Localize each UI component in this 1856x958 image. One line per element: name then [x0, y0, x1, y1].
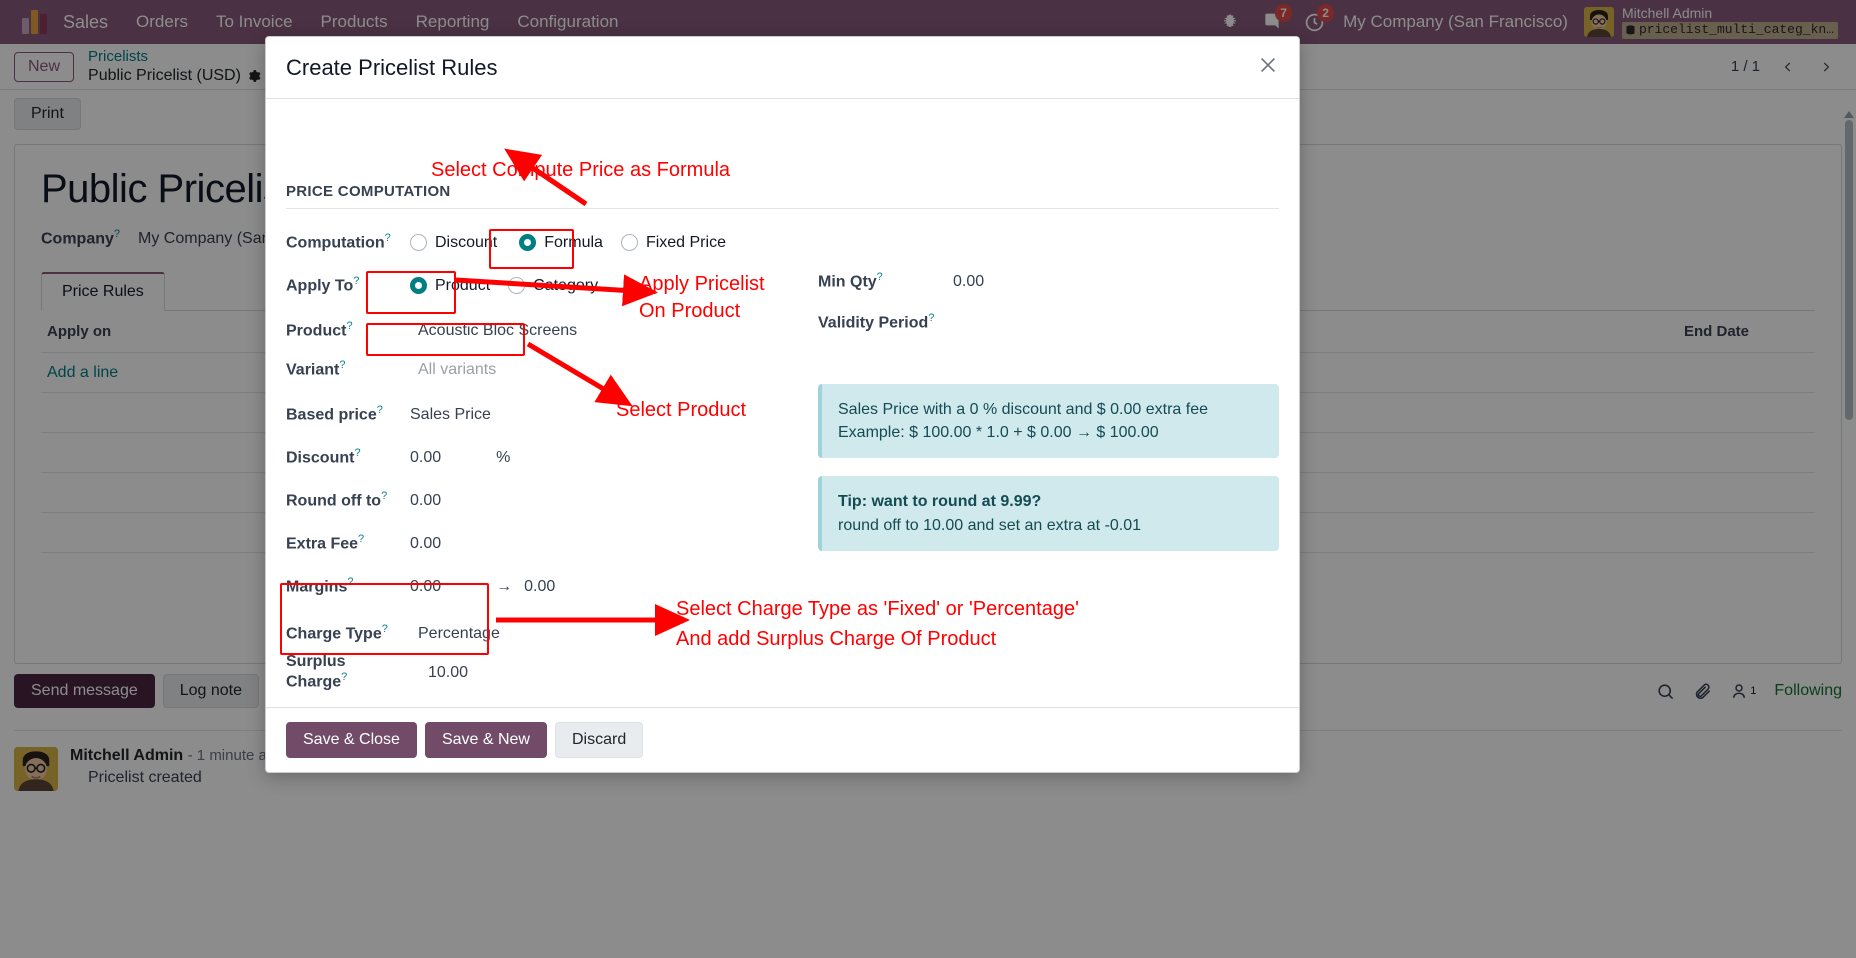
label-margins: Margins?	[286, 576, 396, 596]
label-based-price-text: Based price	[286, 406, 377, 424]
surplus-charge-input[interactable]: 10.00	[428, 664, 468, 682]
save-and-close-button[interactable]: Save & Close	[286, 722, 417, 758]
discount-unit: %	[496, 448, 511, 466]
label-apply-to: Apply To?	[286, 275, 396, 295]
label-discount-text: Discount	[286, 449, 355, 467]
save-and-new-button[interactable]: Save & New	[424, 722, 547, 758]
field-extra-fee: Extra Fee? 0.00	[286, 524, 806, 563]
label-computation: Computation?	[286, 232, 396, 252]
field-discount: Discount? 0.00 %	[286, 438, 806, 477]
round-off-input[interactable]: 0.00	[410, 492, 441, 510]
label-product-text: Product	[286, 322, 347, 340]
field-validity-period: Validity Period?	[818, 303, 1279, 342]
price-formula-alert-line2: Example: $ 100.00 * 1.0 + $ 0.00 → $ 100…	[838, 424, 1159, 442]
rounding-tip-alert-line2: round off to 10.00 and set an extra at -…	[838, 516, 1142, 534]
field-computation: Computation? Discount Formula Fixed Pric…	[286, 223, 806, 262]
help-tip-icon[interactable]: ?	[354, 447, 360, 459]
radio-dot-selected-icon	[410, 277, 427, 294]
label-validity-period-text: Validity Period	[818, 314, 929, 332]
radio-dot-icon	[508, 277, 526, 294]
radio-computation-discount-label: Discount	[435, 233, 498, 251]
rounding-tip-alert-line1: Tip: want to round at 9.99?	[838, 493, 1042, 511]
radio-dot-selected-icon	[519, 234, 537, 251]
label-round-off-to: Round off to?	[286, 490, 396, 510]
label-margins-text: Margins	[286, 578, 348, 596]
help-tip-icon[interactable]: ?	[382, 623, 388, 635]
radio-apply-to-product[interactable]: Product	[410, 277, 490, 295]
label-variant-text: Variant	[286, 361, 340, 379]
label-extra-fee: Extra Fee?	[286, 533, 396, 553]
help-tip-icon[interactable]: ?	[381, 490, 387, 502]
help-tip-icon[interactable]: ?	[339, 359, 345, 371]
dialog-header: Create Pricelist Rules	[266, 37, 1299, 99]
dialog-footer: Save & Close Save & New Discard	[266, 707, 1299, 772]
radio-apply-to-category[interactable]: Category	[508, 277, 598, 295]
field-variant: Variant? All variants	[286, 350, 806, 389]
radio-computation-formula-label: Formula	[544, 233, 603, 251]
help-tip-icon[interactable]: ?	[346, 320, 352, 332]
label-product: Product?	[286, 320, 396, 340]
discard-button[interactable]: Discard	[554, 722, 644, 758]
label-round-off-to-text: Round off to	[286, 492, 382, 510]
annotation-on-product: On Product	[639, 300, 741, 322]
extra-fee-input[interactable]: 0.00	[410, 535, 441, 553]
price-formula-alert-line1: Sales Price with a 0 % discount and $ 0.…	[838, 401, 1208, 418]
label-charge-type: Charge Type?	[286, 623, 406, 643]
help-tip-icon[interactable]: ?	[385, 232, 391, 244]
label-surplus-charge-text: Surplus Charge	[286, 653, 346, 691]
radio-apply-to-product-label: Product	[435, 276, 491, 294]
label-discount: Discount?	[286, 447, 396, 467]
field-surplus-charge: Surplus Charge? 10.00	[286, 653, 806, 692]
radio-dot-icon	[620, 234, 638, 251]
label-apply-to-text: Apply To	[286, 277, 354, 295]
radio-apply-to-category-label: Category	[533, 276, 599, 294]
help-tip-icon[interactable]: ?	[928, 312, 934, 324]
help-tip-icon[interactable]: ?	[358, 533, 364, 545]
margins-max-input[interactable]: 0.00	[524, 578, 555, 596]
label-charge-type-text: Charge Type	[286, 625, 382, 643]
dialog-body: PRICE COMPUTATION Computation? Discount …	[266, 99, 1299, 707]
apply-to-radio-group: Product Category	[410, 277, 620, 295]
variant-input[interactable]: All variants	[418, 361, 496, 379]
close-icon[interactable]	[1257, 54, 1279, 81]
charge-type-select[interactable]: Percentage	[418, 625, 500, 643]
computation-radio-group: Discount Formula Fixed Price	[410, 234, 748, 252]
discount-input[interactable]: 0.00	[410, 449, 441, 467]
margins-min-input[interactable]: 0.00	[410, 578, 441, 596]
create-pricelist-rules-dialog: Create Pricelist Rules PRICE COMPUTATION…	[265, 36, 1300, 773]
label-min-qty: Min Qty?	[818, 271, 953, 291]
label-min-qty-text: Min Qty	[818, 273, 877, 291]
radio-computation-fixed-price[interactable]: Fixed Price	[620, 233, 726, 252]
arrow-right-icon: →	[496, 577, 513, 595]
annotation-select-charge-type: Select Charge Type as 'Fixed' or 'Percen…	[676, 598, 1079, 620]
label-validity-period: Validity Period?	[818, 312, 953, 332]
help-tip-icon[interactable]: ?	[377, 404, 383, 416]
radio-computation-fixed-price-label: Fixed Price	[645, 233, 726, 251]
min-qty-input[interactable]: 0.00	[953, 273, 984, 291]
rounding-tip-alert: Tip: want to round at 9.99? round off to…	[818, 476, 1279, 551]
label-variant: Variant?	[286, 359, 396, 379]
label-based-price: Based price?	[286, 404, 396, 424]
product-input[interactable]: Acoustic Bloc Screens	[418, 322, 577, 340]
radio-computation-discount[interactable]: Discount	[410, 234, 497, 252]
help-tip-icon[interactable]: ?	[341, 671, 347, 683]
annotation-apply-pricelist: Apply Pricelist	[639, 273, 765, 295]
help-tip-icon[interactable]: ?	[347, 576, 353, 588]
annotation-select-compute-price: Select Compute Price as Formula	[431, 159, 731, 181]
help-tip-icon[interactable]: ?	[353, 275, 359, 287]
section-price-computation-title: PRICE COMPUTATION	[286, 183, 1279, 209]
dialog-title: Create Pricelist Rules	[286, 54, 498, 80]
radio-dot-icon	[410, 234, 427, 251]
price-formula-alert: Sales Price with a 0 % discount and $ 0.…	[818, 384, 1279, 459]
annotation-select-product: Select Product	[616, 399, 747, 421]
annotation-add-surplus-charge: And add Surplus Charge Of Product	[676, 628, 997, 650]
radio-computation-formula[interactable]: Formula	[519, 234, 603, 252]
label-surplus-charge: Surplus Charge?	[286, 653, 406, 691]
help-tip-icon[interactable]: ?	[877, 271, 883, 283]
label-extra-fee-text: Extra Fee	[286, 535, 359, 553]
label-computation-text: Computation	[286, 234, 385, 252]
field-round-off: Round off to? 0.00	[286, 481, 806, 520]
based-price-value[interactable]: Sales Price	[410, 406, 491, 424]
field-min-qty: Min Qty? 0.00	[818, 262, 1279, 301]
